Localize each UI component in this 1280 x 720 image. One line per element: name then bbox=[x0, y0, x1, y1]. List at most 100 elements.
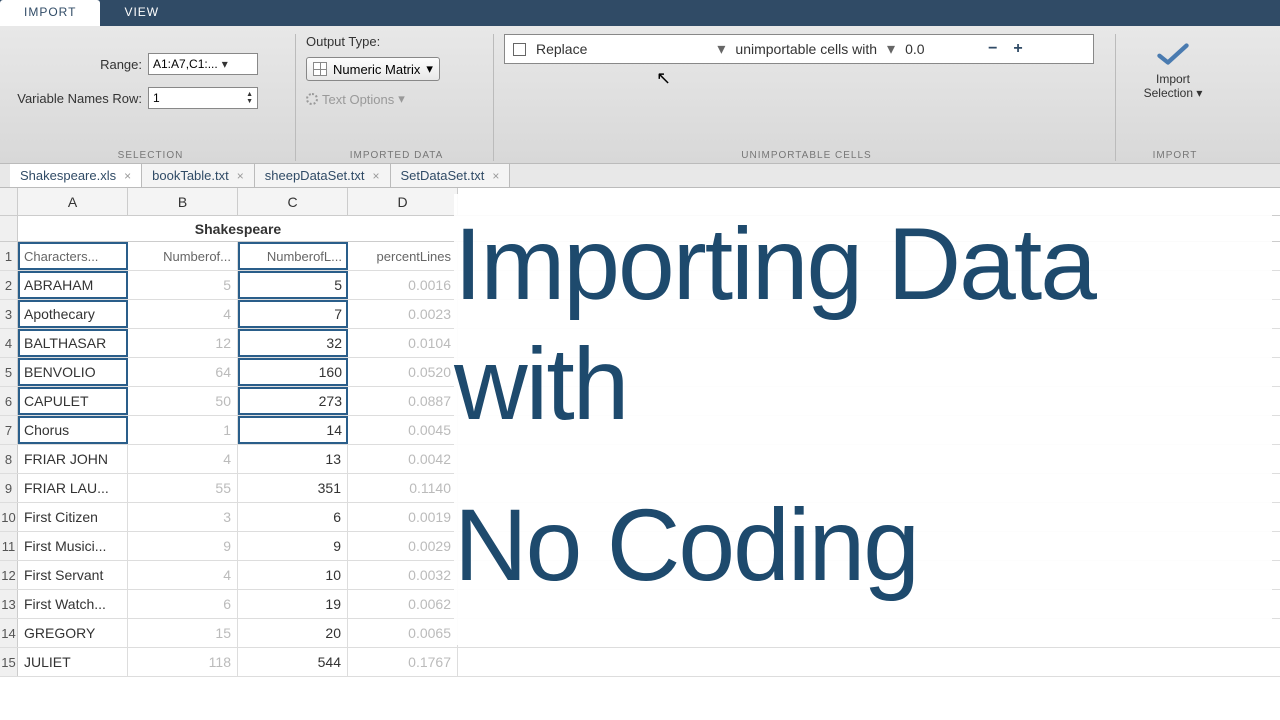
close-icon[interactable]: × bbox=[492, 169, 499, 183]
cell[interactable]: BALTHASAR bbox=[18, 329, 128, 357]
row-number[interactable]: 14 bbox=[0, 619, 18, 647]
cell[interactable]: 0.0032 bbox=[348, 561, 458, 589]
cell[interactable]: First Musici... bbox=[18, 532, 128, 560]
cell[interactable]: First Citizen bbox=[18, 503, 128, 531]
cell[interactable]: 4 bbox=[128, 445, 238, 473]
row-number[interactable]: 7 bbox=[0, 416, 18, 444]
column-header[interactable]: D bbox=[348, 188, 458, 215]
cell[interactable]: GREGORY bbox=[18, 619, 128, 647]
row-number[interactable]: 12 bbox=[0, 561, 18, 589]
cell[interactable]: 0.0062 bbox=[348, 590, 458, 618]
cell[interactable]: 4 bbox=[128, 561, 238, 589]
cell[interactable]: 0.0016 bbox=[348, 271, 458, 299]
cell[interactable]: 0.0042 bbox=[348, 445, 458, 473]
cell[interactable]: NumberofL... bbox=[238, 242, 348, 270]
cell[interactable]: CAPULET bbox=[18, 387, 128, 415]
row-number[interactable]: 5 bbox=[0, 358, 18, 386]
row-number[interactable]: 11 bbox=[0, 532, 18, 560]
cell[interactable]: 1 bbox=[128, 416, 238, 444]
cell[interactable]: First Servant bbox=[18, 561, 128, 589]
row-number[interactable]: 4 bbox=[0, 329, 18, 357]
cell[interactable]: 544 bbox=[238, 648, 348, 676]
column-header[interactable]: C bbox=[238, 188, 348, 215]
cell[interactable]: 0.0520 bbox=[348, 358, 458, 386]
cell[interactable]: 0.0019 bbox=[348, 503, 458, 531]
output-type-combo[interactable]: Numeric Matrix ▾ bbox=[306, 57, 440, 81]
cell[interactable]: 0.0065 bbox=[348, 619, 458, 647]
cell[interactable]: Apothecary bbox=[18, 300, 128, 328]
cell[interactable]: 351 bbox=[238, 474, 348, 502]
cell[interactable]: 10 bbox=[238, 561, 348, 589]
cell[interactable]: percentLines bbox=[348, 242, 458, 270]
cell[interactable]: JULIET bbox=[18, 648, 128, 676]
cell[interactable]: 5 bbox=[238, 271, 348, 299]
import-selection-button[interactable]: ImportSelection ▾ bbox=[1126, 34, 1220, 106]
cell[interactable]: 6 bbox=[128, 590, 238, 618]
row-number[interactable]: 2 bbox=[0, 271, 18, 299]
cell[interactable]: 19 bbox=[238, 590, 348, 618]
close-icon[interactable]: × bbox=[124, 169, 131, 183]
cell[interactable]: Chorus bbox=[18, 416, 128, 444]
cell[interactable]: 55 bbox=[128, 474, 238, 502]
cell[interactable]: 4 bbox=[128, 300, 238, 328]
cell[interactable]: 0.0887 bbox=[348, 387, 458, 415]
row-number[interactable]: 3 bbox=[0, 300, 18, 328]
cell[interactable]: 0.0045 bbox=[348, 416, 458, 444]
add-rule-button[interactable]: + bbox=[1010, 40, 1025, 58]
cell[interactable]: 6 bbox=[238, 503, 348, 531]
cell[interactable]: 15 bbox=[128, 619, 238, 647]
range-combo[interactable]: A1:A7,C1:...▾ bbox=[148, 53, 258, 75]
cell[interactable]: 9 bbox=[238, 532, 348, 560]
cell[interactable]: 0.0023 bbox=[348, 300, 458, 328]
row-number[interactable]: 15 bbox=[0, 648, 18, 676]
cell[interactable]: Characters... bbox=[18, 242, 128, 270]
file-tab[interactable]: bookTable.txt× bbox=[142, 164, 255, 187]
tab-import[interactable]: IMPORT bbox=[0, 0, 100, 26]
remove-rule-button[interactable]: − bbox=[985, 40, 1000, 58]
cell[interactable]: 160 bbox=[238, 358, 348, 386]
cell[interactable]: 7 bbox=[238, 300, 348, 328]
row-number[interactable]: 13 bbox=[0, 590, 18, 618]
row-number[interactable]: 10 bbox=[0, 503, 18, 531]
close-icon[interactable]: × bbox=[237, 169, 244, 183]
row-number[interactable]: 6 bbox=[0, 387, 18, 415]
cell[interactable]: 9 bbox=[128, 532, 238, 560]
file-tab[interactable]: SetDataSet.txt× bbox=[391, 164, 511, 187]
cell[interactable]: ABRAHAM bbox=[18, 271, 128, 299]
cell[interactable]: 3 bbox=[128, 503, 238, 531]
cell[interactable]: 32 bbox=[238, 329, 348, 357]
cell[interactable]: 20 bbox=[238, 619, 348, 647]
cell[interactable]: BENVOLIO bbox=[18, 358, 128, 386]
cell[interactable]: First Watch... bbox=[18, 590, 128, 618]
close-icon[interactable]: × bbox=[373, 169, 380, 183]
cell[interactable]: 5 bbox=[128, 271, 238, 299]
cell[interactable]: 0.1140 bbox=[348, 474, 458, 502]
cell[interactable]: FRIAR JOHN bbox=[18, 445, 128, 473]
row-number[interactable]: 9 bbox=[0, 474, 18, 502]
cell[interactable]: 273 bbox=[238, 387, 348, 415]
cell[interactable]: FRIAR LAU... bbox=[18, 474, 128, 502]
cell[interactable]: Numberof... bbox=[128, 242, 238, 270]
row-number[interactable]: 1 bbox=[0, 242, 18, 270]
cell[interactable]: 14 bbox=[238, 416, 348, 444]
replace-value[interactable]: 0.0 bbox=[905, 41, 975, 57]
cell[interactable]: 0.0104 bbox=[348, 329, 458, 357]
section-unimportable: UNIMPORTABLE CELLS bbox=[498, 150, 1115, 161]
file-tab[interactable]: sheepDataSet.txt× bbox=[255, 164, 391, 187]
varnames-spinner[interactable]: 1 ▲▼ bbox=[148, 87, 258, 109]
section-import: IMPORT bbox=[1120, 150, 1230, 161]
file-tab[interactable]: Shakespeare.xls× bbox=[10, 164, 142, 187]
replace-checkbox[interactable] bbox=[513, 43, 526, 56]
cell[interactable]: 12 bbox=[128, 329, 238, 357]
cell[interactable]: 64 bbox=[128, 358, 238, 386]
cell[interactable]: 0.0029 bbox=[348, 532, 458, 560]
row-number[interactable]: 8 bbox=[0, 445, 18, 473]
cell[interactable]: 118 bbox=[128, 648, 238, 676]
tab-view[interactable]: VIEW bbox=[100, 0, 183, 26]
cell[interactable]: 13 bbox=[238, 445, 348, 473]
cell[interactable]: 50 bbox=[128, 387, 238, 415]
unimportable-rule[interactable]: Replace ▾ unimportable cells with ▾ 0.0 … bbox=[504, 34, 1094, 64]
column-header[interactable]: A bbox=[18, 188, 128, 215]
cell[interactable]: 0.1767 bbox=[348, 648, 458, 676]
column-header[interactable]: B bbox=[128, 188, 238, 215]
